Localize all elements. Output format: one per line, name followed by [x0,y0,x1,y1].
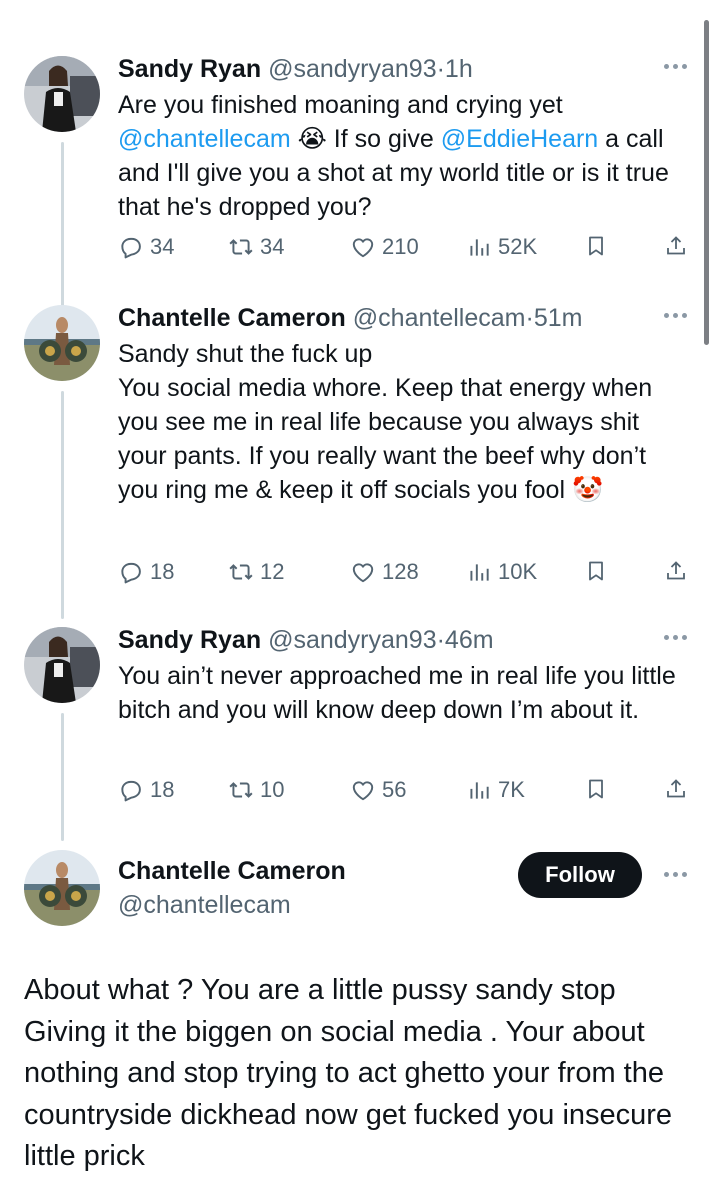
bookmark-button[interactable] [584,559,608,583]
reply-button[interactable]: 18 [118,777,174,803]
like-button[interactable]: 56 [350,777,406,803]
separator: · [436,626,445,654]
author-handle[interactable]: @sandyryan93 [268,55,437,83]
share-button[interactable] [664,234,688,258]
reply-icon [118,234,144,260]
separator: · [525,304,534,332]
views-icon [466,559,492,585]
views-count: 52K [498,234,538,259]
reply-icon [118,559,144,585]
avatar[interactable] [24,56,100,132]
like-count: 210 [382,234,419,259]
reply-count: 18 [150,559,175,584]
author-name[interactable]: Sandy Ryan [118,626,261,654]
repost-icon [228,777,254,803]
share-button[interactable] [664,559,688,583]
tweet-header: Sandy Ryan @sandyryan93·1h [118,52,473,86]
action-bar: 34 34 210 52K [118,234,693,264]
bookmark-button[interactable] [584,777,608,801]
bookmark-icon [584,777,608,801]
timestamp[interactable]: 46m [445,626,494,654]
mention-link[interactable]: @EddieHearn [441,125,598,153]
separator: · [436,55,445,83]
follow-button[interactable]: Follow [518,852,642,898]
tweet-text: Are you finished moaning and crying yet … [118,88,688,224]
repost-count: 10 [260,777,285,802]
like-count: 128 [382,559,419,584]
heart-icon [350,559,376,585]
heart-icon [350,777,376,803]
share-button[interactable] [664,777,688,801]
main-tweet-text: About what ? You are a little pussy sand… [24,974,673,1172]
views-button[interactable]: 7K [466,777,525,803]
reply-count: 34 [150,234,175,259]
author-name[interactable]: Chantelle Cameron [118,304,346,332]
views-button[interactable]: 10K [466,559,537,585]
author-handle[interactable]: @chantellecam [118,891,291,919]
tweet-text: Sandy shut the fuck up You social media … [118,340,653,504]
text-part: 😭 If so give [290,125,441,153]
timestamp[interactable]: 1h [445,55,473,83]
views-count: 7K [498,777,525,802]
reply-button[interactable]: 18 [118,559,174,585]
views-button[interactable]: 52K [466,234,537,260]
action-bar: 18 10 56 7K [118,777,693,807]
more-dots-icon[interactable] [664,872,687,877]
back-chevron-icon[interactable] [28,0,42,6]
author-handle[interactable]: @sandyryan93 [268,626,437,654]
author-name[interactable]: Chantelle Cameron [118,857,346,885]
repost-icon [228,234,254,260]
views-icon [466,234,492,260]
tweet-text: You ain’t never approached me in real li… [118,662,683,724]
tweet-header: Sandy Ryan @sandyryan93·46m [118,623,494,657]
share-icon [664,234,688,258]
thread-line [61,391,64,619]
like-button[interactable]: 128 [350,559,419,585]
share-icon [664,777,688,801]
repost-icon [228,559,254,585]
avatar[interactable] [24,305,100,381]
like-count: 56 [382,777,407,802]
timestamp[interactable]: 51m [534,304,583,332]
heart-icon [350,234,376,260]
repost-count: 34 [260,234,285,259]
reply-button[interactable]: 34 [118,234,174,260]
thread-line [61,713,64,841]
repost-count: 12 [260,559,285,584]
more-dots-icon[interactable] [664,635,687,640]
action-bar: 18 12 128 10K [118,559,693,589]
main-author-name: Chantelle Cameron [118,854,346,888]
views-count: 10K [498,559,538,584]
author-name[interactable]: Sandy Ryan [118,55,261,83]
repost-button[interactable]: 12 [228,559,284,585]
author-handle[interactable]: @chantellecam [353,304,526,332]
reply-icon [118,777,144,803]
bookmark-button[interactable] [584,234,608,258]
bookmark-icon [584,559,608,583]
text-part: Are you finished moaning and crying yet [118,91,563,119]
mention-link[interactable]: @chantellecam [118,125,291,153]
repost-button[interactable]: 10 [228,777,284,803]
like-button[interactable]: 210 [350,234,419,260]
avatar[interactable] [24,850,100,926]
main-author-handle: @chantellecam [118,888,291,922]
avatar[interactable] [24,627,100,703]
more-dots-icon[interactable] [664,64,687,69]
tweet-header: Chantelle Cameron @chantellecam·51m [118,301,582,335]
repost-button[interactable]: 34 [228,234,284,260]
reply-count: 18 [150,777,175,802]
bookmark-icon [584,234,608,258]
scrollbar[interactable] [704,20,709,345]
views-icon [466,777,492,803]
more-dots-icon[interactable] [664,313,687,318]
share-icon [664,559,688,583]
